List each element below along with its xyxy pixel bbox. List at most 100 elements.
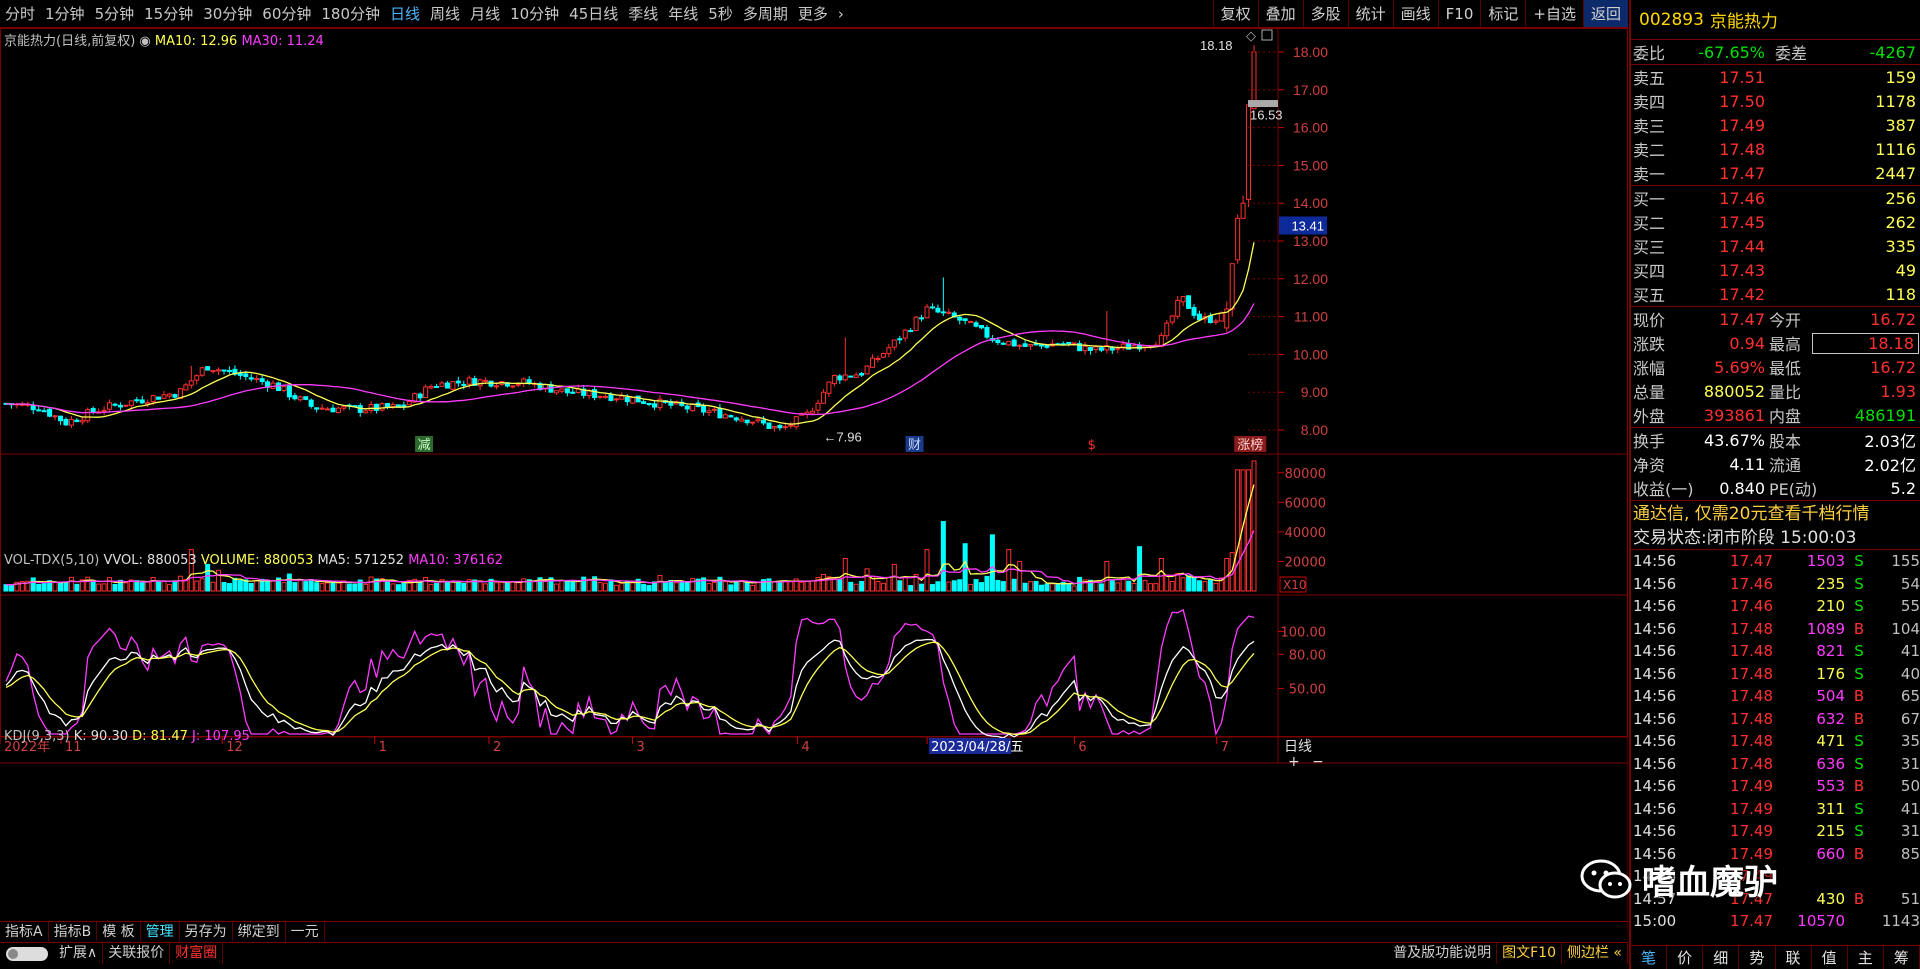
- candle: [134, 397, 140, 403]
- zoom-out-button[interactable]: −: [1312, 754, 1324, 770]
- ext-tab-0[interactable]: 扩展∧: [54, 943, 104, 964]
- indicator-tab-1[interactable]: 指标B: [49, 922, 98, 941]
- period-15[interactable]: 多周期: [738, 0, 793, 27]
- kline-chart[interactable]: 18.18 ←7.96 减 财 $ 涨榜 ◇ 80000 60000 40000 20000 X10…: [0, 28, 1628, 931]
- tick-volume: 210: [1816, 597, 1845, 616]
- panel-tab-3[interactable]: 势: [1739, 946, 1776, 969]
- ask-row[interactable]: 卖四 17.50 1178: [1631, 89, 1920, 113]
- help-link-0[interactable]: 普及版功能说明: [1388, 943, 1498, 964]
- volume-bar: [493, 582, 499, 592]
- tool-button-2[interactable]: 多股: [1302, 0, 1348, 27]
- panel-tab-2[interactable]: 细: [1703, 946, 1740, 969]
- candle: [1060, 341, 1066, 346]
- period-2[interactable]: 5分钟: [90, 0, 140, 27]
- tool-button-3[interactable]: 统计: [1347, 0, 1393, 27]
- help-link-1[interactable]: 图文F10: [1497, 943, 1562, 964]
- bid-row[interactable]: 买三 17.44 335: [1631, 234, 1920, 258]
- candle: [248, 373, 254, 382]
- volume-bar: [973, 579, 979, 592]
- indicator-tab-4[interactable]: 另存为: [180, 922, 233, 941]
- ask-row[interactable]: 卖二 17.48 1116: [1631, 137, 1920, 161]
- tool-button-5[interactable]: F10: [1437, 0, 1481, 27]
- tool-button-1[interactable]: 叠加: [1257, 0, 1303, 27]
- panel-tab-5[interactable]: 值: [1812, 946, 1848, 969]
- panel-tab-7[interactable]: 筹: [1884, 946, 1920, 969]
- panel-tab-0[interactable]: 笔: [1631, 946, 1668, 969]
- ext-tab-2[interactable]: 财富圈: [170, 943, 224, 964]
- bid-row[interactable]: 买四 17.43 49: [1631, 258, 1920, 282]
- period-7[interactable]: 日线: [385, 0, 425, 27]
- period-0[interactable]: 分时: [0, 0, 40, 27]
- event-marker[interactable]: $: [1082, 436, 1101, 453]
- tick-row[interactable]: 14:56 17.49 215 S 31: [1631, 820, 1920, 843]
- quote-panel: 002893 京能热力 委比 -67.65% 委差 -4267 卖五 17.51 1…: [1629, 0, 1920, 969]
- window-icon[interactable]: [1261, 29, 1273, 41]
- bid-row[interactable]: 买五 17.42 118: [1631, 282, 1920, 306]
- indicator-tab-6[interactable]: 一元: [286, 922, 325, 941]
- tick-row[interactable]: 15:00 17.47 10570 1143: [1631, 910, 1920, 933]
- event-marker[interactable]: 减: [415, 436, 434, 453]
- period-14[interactable]: 5秒: [703, 0, 738, 27]
- candle: [510, 385, 516, 389]
- tick-side: S: [1854, 664, 1864, 683]
- indicator-tab-2[interactable]: 模 板: [97, 922, 141, 941]
- toggle-switch[interactable]: [6, 946, 48, 961]
- tool-button-0[interactable]: 复权: [1212, 0, 1258, 27]
- panel-tab-6[interactable]: 主: [1848, 946, 1884, 969]
- period-4[interactable]: 30分钟: [198, 0, 257, 27]
- indicator-tab-5[interactable]: 绑定到: [233, 922, 286, 941]
- bid-row[interactable]: 买一 17.46 256: [1631, 186, 1920, 210]
- promo-banner[interactable]: 通达信, 仅需20元查看千档行情: [1631, 500, 1920, 526]
- volume-bar: [782, 580, 788, 592]
- period-3[interactable]: 15分钟: [139, 0, 198, 27]
- period-12[interactable]: 季线: [623, 0, 663, 27]
- ask-row[interactable]: 卖五 17.51 159: [1631, 65, 1920, 89]
- panel-tab-1[interactable]: 价: [1667, 946, 1704, 969]
- indicator-tab-3[interactable]: 管理: [141, 922, 180, 941]
- period-9[interactable]: 月线: [465, 0, 505, 27]
- tick-row[interactable]: 14:56 17.48 176 S 40: [1631, 663, 1920, 686]
- volume-bar: [68, 576, 74, 592]
- fundamental-row: 净资 4.11 流通 2.02亿: [1631, 452, 1920, 476]
- tick-row[interactable]: 14:56 17.46 210 S 55: [1631, 595, 1920, 618]
- panel-tab-4[interactable]: 联: [1776, 946, 1812, 969]
- fundamental-label: 收益(一): [1633, 480, 1694, 499]
- period-8[interactable]: 周线: [425, 0, 465, 27]
- candle: [793, 416, 799, 430]
- tick-row[interactable]: 14:56 17.48 821 S 41: [1631, 640, 1920, 663]
- period-16[interactable]: 更多: [793, 0, 833, 27]
- more-chevron-icon[interactable]: ›: [833, 0, 849, 27]
- bid-row[interactable]: 买二 17.45 262: [1631, 210, 1920, 234]
- tick-row[interactable]: 14:56 17.48 632 B 67: [1631, 708, 1920, 731]
- diamond-icon[interactable]: ◇: [1246, 29, 1256, 44]
- tick-row[interactable]: 14:56 17.48 471 S 35: [1631, 730, 1920, 753]
- volume-bar: [733, 581, 739, 592]
- period-6[interactable]: 180分钟: [316, 0, 385, 27]
- period-5[interactable]: 60分钟: [257, 0, 316, 27]
- candle: [684, 404, 690, 414]
- indicator-tab-0[interactable]: 指标A: [0, 922, 49, 941]
- period-1[interactable]: 1分钟: [40, 0, 90, 27]
- period-11[interactable]: 45日线: [564, 0, 623, 27]
- ext-tab-1[interactable]: 关联报价: [103, 943, 171, 964]
- tick-row[interactable]: 14:56 17.48 504 B 65: [1631, 685, 1920, 708]
- tool-button-6[interactable]: 标记: [1480, 0, 1525, 27]
- tool-button-4[interactable]: 画线: [1392, 0, 1438, 27]
- tick-row[interactable]: 14:56 17.48 636 S 31: [1631, 753, 1920, 776]
- event-marker[interactable]: 涨榜: [1234, 436, 1267, 453]
- tool-button-7[interactable]: +自选: [1525, 0, 1583, 27]
- event-marker[interactable]: 财: [905, 436, 924, 453]
- tool-button-8[interactable]: 返回: [1582, 0, 1628, 27]
- ask-row[interactable]: 卖三 17.49 387: [1631, 113, 1920, 137]
- candle: [439, 380, 445, 387]
- tick-row[interactable]: 14:56 17.49 311 S 41: [1631, 798, 1920, 821]
- tick-row[interactable]: 14:56 17.46 235 S 54: [1631, 573, 1920, 596]
- period-13[interactable]: 年线: [663, 0, 703, 27]
- help-link-2[interactable]: 侧边栏 «: [1562, 943, 1628, 964]
- zoom-in-button[interactable]: +: [1288, 754, 1300, 770]
- tick-row[interactable]: 14:56 17.49 553 B 50: [1631, 775, 1920, 798]
- period-10[interactable]: 10分钟: [505, 0, 564, 27]
- ask-row[interactable]: 卖一 17.47 2447: [1631, 161, 1920, 185]
- tick-row[interactable]: 14:56 17.47 1503 S 155: [1631, 550, 1920, 573]
- tick-row[interactable]: 14:56 17.48 1089 B 104: [1631, 618, 1920, 641]
